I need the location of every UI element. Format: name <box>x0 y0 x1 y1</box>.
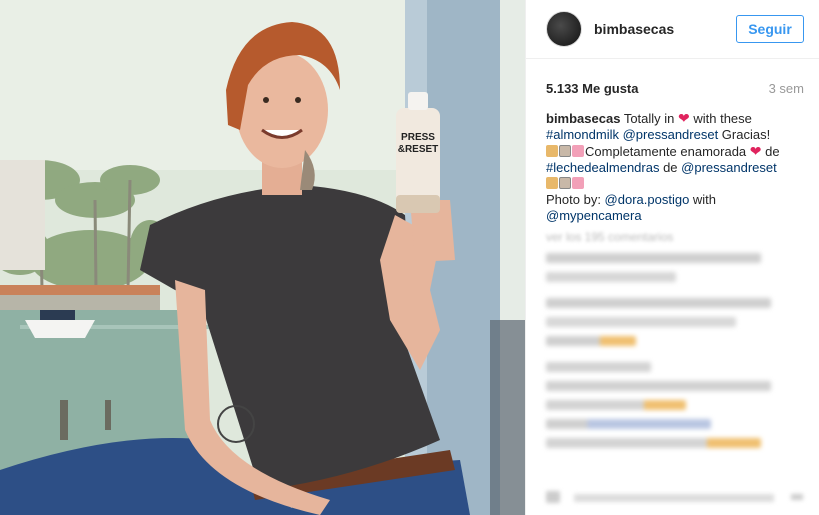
mention-pressandreset-2[interactable]: @pressandreset <box>681 160 777 175</box>
caption-text-11: Photo by: <box>546 192 605 207</box>
caption-text-7: de <box>761 144 780 159</box>
grid-emoji-icon <box>559 145 571 157</box>
follow-button[interactable]: Seguir <box>736 15 804 43</box>
caption-text-9: de <box>659 160 682 175</box>
mention-dora-postigo[interactable]: @dora.postigo <box>605 192 690 207</box>
photo-illustration: PRESS &RESET <box>0 0 525 515</box>
likes-row: 5.133 Me gusta 3 sem <box>526 59 819 96</box>
hashtag-lechedealmendras[interactable]: #lechedealmendras <box>546 160 659 175</box>
hashtag-almondmilk[interactable]: #almondmilk <box>546 127 619 142</box>
list-item <box>546 419 711 429</box>
more-options-icon[interactable] <box>791 494 803 500</box>
caption-username[interactable]: bimbasecas <box>546 111 620 126</box>
caption-text-5: Gracias! <box>718 127 771 142</box>
heart-outline-icon[interactable] <box>546 491 560 503</box>
list-item <box>546 272 676 282</box>
grid-emoji-icon <box>559 177 571 189</box>
mention-pressandreset[interactable]: @pressandreset <box>623 127 719 142</box>
bouquet-emoji-icon <box>572 177 584 189</box>
praying-hands-emoji-icon <box>546 177 558 189</box>
list-item <box>546 438 761 448</box>
likes-count[interactable]: 5.133 Me gusta <box>546 81 639 96</box>
username[interactable]: bimbasecas <box>594 21 736 37</box>
praying-hands-emoji-icon <box>546 145 558 157</box>
bottle-brand-line2: &RESET <box>398 144 439 155</box>
caption-text-1: Totally in <box>620 111 679 126</box>
post-header: bimbasecas Seguir <box>526 0 819 59</box>
caption-text-13: with <box>689 192 717 207</box>
post-age[interactable]: 3 sem <box>769 81 804 96</box>
list-item <box>546 400 686 410</box>
comment-input[interactable] <box>574 494 774 502</box>
heart-emoji-icon: ❤ <box>678 110 690 126</box>
list-item <box>546 362 651 372</box>
list-item <box>546 381 771 391</box>
post-actions-bar <box>546 489 806 505</box>
avatar[interactable] <box>546 11 582 47</box>
bouquet-emoji-icon <box>572 145 584 157</box>
list-item <box>546 317 736 327</box>
view-all-comments-link[interactable]: ver los 195 comentarios <box>526 224 819 244</box>
list-item <box>546 336 636 346</box>
caption-text-6: Completamente enamorada <box>585 144 750 159</box>
list-item <box>546 298 771 308</box>
post-photo[interactable]: PRESS &RESET <box>0 0 525 515</box>
post-caption: bimbasecas Totally in ❤ with these #almo… <box>526 96 819 224</box>
caption-text-2: with these <box>689 111 752 126</box>
post-side-panel: bimbasecas Seguir 5.133 Me gusta 3 sem b… <box>525 0 819 515</box>
list-item <box>546 253 761 263</box>
heart-emoji-icon: ❤ <box>749 143 762 159</box>
bottle-brand-line1: PRESS <box>401 132 435 143</box>
mention-mypencamera[interactable]: @mypencamera <box>546 208 642 223</box>
comments-list <box>526 253 819 448</box>
